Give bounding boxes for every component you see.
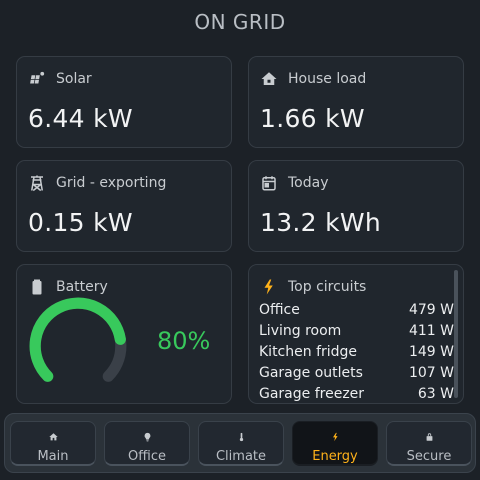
- nav-label: Energy: [312, 449, 358, 464]
- list-item: Kitchen fridge 149 W: [259, 342, 454, 363]
- battery-label: Battery: [56, 279, 108, 295]
- battery-card[interactable]: Battery 80%: [16, 264, 232, 404]
- top-circuits-label: Top circuits: [288, 279, 367, 295]
- bottom-nav: Main Office Climate Energy Secure: [4, 413, 476, 473]
- circuit-value: 479 W: [408, 302, 454, 318]
- gauge-fill: [29, 297, 126, 382]
- nav-secure-button[interactable]: Secure: [386, 421, 472, 466]
- circuit-list: Office 479 W Living room 411 W Kitchen f…: [259, 300, 454, 403]
- house-load-value: 1.66 kW: [260, 104, 365, 133]
- scrollbar[interactable]: [454, 270, 458, 398]
- list-item: Garage outlets 107 W: [259, 363, 454, 384]
- solar-label: Solar: [56, 71, 92, 87]
- house-load-card[interactable]: House load 1.66 kW: [248, 56, 464, 148]
- circuit-value: 411 W: [408, 323, 454, 339]
- circuit-name: Office: [259, 302, 300, 318]
- solar-panel-icon: [28, 70, 46, 88]
- page-title: ON GRID: [194, 10, 286, 34]
- house-load-label: House load: [288, 71, 367, 87]
- circuit-name: Living room: [259, 323, 342, 339]
- today-label: Today: [288, 175, 329, 191]
- circuit-name: Garage outlets: [259, 365, 363, 381]
- lightning-icon: [332, 432, 338, 442]
- top-circuits-card[interactable]: Top circuits Office 479 W Living room 41…: [248, 264, 464, 404]
- lightning-icon: [260, 278, 278, 296]
- nav-label: Main: [37, 449, 69, 464]
- circuit-value: 63 W: [417, 386, 454, 402]
- nav-office-button[interactable]: Office: [104, 421, 190, 466]
- list-item: Office 479 W: [259, 300, 454, 321]
- nav-label: Climate: [215, 449, 267, 464]
- nav-main-button[interactable]: Main: [10, 421, 96, 466]
- nav-climate-button[interactable]: Climate: [198, 421, 284, 466]
- grid-label: Grid - exporting: [56, 175, 167, 191]
- grid-card[interactable]: Grid - exporting 0.15 kW: [16, 160, 232, 252]
- list-item: Living room 411 W: [259, 321, 454, 342]
- battery-icon: [28, 278, 46, 296]
- calendar-icon: [260, 174, 278, 192]
- circuit-value: 149 W: [408, 344, 454, 360]
- transmission-tower-icon: [28, 174, 46, 192]
- thermometer-icon: [239, 432, 243, 442]
- lock-icon: [426, 433, 432, 441]
- house-icon: [260, 70, 278, 88]
- list-item: Garage freezer 63 W: [259, 384, 454, 403]
- circuit-name: Kitchen fridge: [259, 344, 358, 360]
- nav-label: Office: [128, 449, 166, 464]
- nav-energy-button[interactable]: Energy: [292, 421, 378, 466]
- battery-percent: 80%: [157, 327, 211, 355]
- today-card[interactable]: Today 13.2 kWh: [248, 160, 464, 252]
- today-value: 13.2 kWh: [260, 208, 382, 237]
- lightbulb-icon: [144, 432, 150, 442]
- nav-label: Secure: [406, 449, 452, 464]
- circuit-value: 107 W: [408, 365, 454, 381]
- solar-card[interactable]: Solar 6.44 kW: [16, 56, 232, 148]
- home-icon: [48, 433, 58, 441]
- battery-gauge: [29, 297, 127, 382]
- circuit-name: Garage freezer: [259, 386, 365, 402]
- solar-value: 6.44 kW: [28, 104, 133, 133]
- grid-value: 0.15 kW: [28, 208, 133, 237]
